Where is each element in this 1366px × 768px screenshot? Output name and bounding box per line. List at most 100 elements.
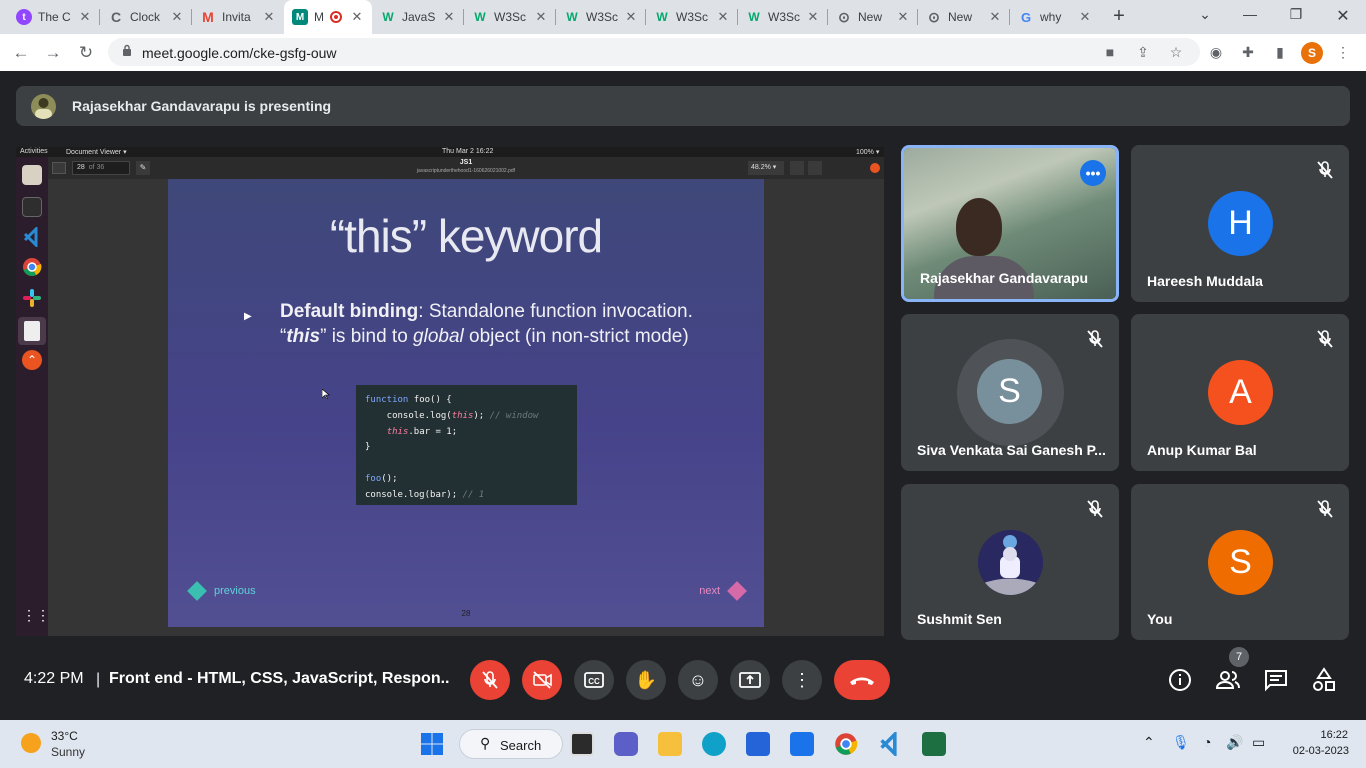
previous-link: previous (187, 581, 256, 601)
recording-icon (330, 11, 342, 23)
close-tab-icon[interactable]: ✕ (988, 9, 1002, 25)
browser-tab[interactable]: W W3Sc ✕ (556, 0, 646, 34)
participant-tile-video[interactable]: ••• Rajasekhar Gandavarapu (901, 145, 1119, 302)
emoji-icon: ☺ (688, 670, 708, 690)
bookmark-star-icon[interactable]: ☆ (1166, 42, 1186, 62)
show-hidden-icons[interactable]: ⌃ (1143, 734, 1155, 751)
mic-off-icon (1317, 330, 1333, 348)
excel-icon[interactable] (922, 732, 946, 756)
browser-tab[interactable]: M Invita ✕ (192, 0, 284, 34)
close-tab-icon[interactable]: ✕ (896, 9, 910, 25)
profile-avatar[interactable]: S (1301, 42, 1323, 64)
microphone-toggle-button[interactable] (470, 660, 510, 700)
side-panel-icon[interactable]: ▮ (1270, 42, 1290, 62)
close-tab-icon[interactable]: ✕ (806, 9, 820, 25)
browser-tab[interactable]: W JavaS ✕ (372, 0, 464, 34)
terminal-icon (22, 197, 42, 217)
close-tab-icon[interactable]: ✕ (170, 9, 184, 25)
browser-tab[interactable]: t The C ✕ (8, 0, 100, 34)
code-token: (); (381, 473, 398, 484)
mail-icon[interactable] (790, 732, 814, 756)
participant-tile[interactable]: H Hareesh Muddala (1131, 145, 1349, 302)
minimize-button[interactable]: — (1240, 6, 1260, 22)
close-tab-icon[interactable]: ✕ (442, 9, 456, 25)
battery-label: 100% ▾ (856, 149, 880, 156)
weather-temperature[interactable]: 33°C (51, 729, 78, 743)
close-tab-icon[interactable]: ✕ (624, 9, 638, 25)
close-window-button[interactable]: ✕ (1333, 6, 1353, 26)
extension-g-icon[interactable]: ◉ (1206, 42, 1226, 62)
extensions-puzzle-icon[interactable]: ✚ (1238, 42, 1258, 62)
taskbar-search-box[interactable]: ⚲ Search (459, 729, 563, 759)
chrome-icon: ⊙ (838, 8, 850, 25)
browser-tab[interactable]: W W3Sc ✕ (646, 0, 738, 34)
chat-button[interactable] (1263, 667, 1289, 693)
raise-hand-button[interactable]: ✋ (626, 660, 666, 700)
close-tab-icon[interactable]: ✕ (78, 9, 92, 25)
address-bar[interactable]: meet.google.com/cke-gsfg-ouw ■ ⇪ ☆ (108, 38, 1200, 66)
windows-start-icon[interactable] (420, 732, 444, 756)
browser-tab[interactable]: ⊙ New ✕ (828, 0, 918, 34)
previous-arrow-icon (187, 581, 207, 601)
wifi-icon[interactable]: ◔ (1203, 734, 1211, 750)
reload-button[interactable]: ↻ (75, 42, 97, 64)
volume-icon[interactable]: 🔊 (1226, 734, 1243, 751)
leave-call-button[interactable] (834, 660, 890, 700)
browser-tab-active[interactable]: M M ✕ (284, 0, 372, 34)
close-tab-icon[interactable]: ✕ (534, 9, 548, 25)
browser-tab[interactable]: C Clock ✕ (100, 0, 192, 34)
body-text-1: : Standalone function invocation. (418, 301, 693, 322)
forward-button[interactable]: → (42, 42, 64, 64)
close-tab-icon[interactable]: ✕ (1078, 9, 1092, 25)
w3schools-icon: W (566, 10, 578, 24)
taskbar-date[interactable]: 02-03-2023 (1291, 745, 1349, 757)
tab-title: Clock (130, 10, 161, 24)
close-tab-icon[interactable]: ✕ (350, 9, 364, 25)
browser-tab[interactable]: W W3Sc ✕ (738, 0, 828, 34)
present-screen-button[interactable] (730, 660, 770, 700)
more-options-icon[interactable]: ••• (1080, 160, 1106, 186)
camera-toggle-button[interactable] (522, 660, 562, 700)
astronaut-avatar (978, 530, 1043, 595)
meeting-details-button[interactable] (1167, 667, 1193, 693)
people-button[interactable] (1215, 667, 1241, 693)
close-tab-icon[interactable]: ✕ (716, 9, 730, 25)
teams-chat-icon[interactable] (614, 732, 638, 756)
new-tab-button[interactable]: + (1108, 5, 1130, 27)
close-tab-icon[interactable]: ✕ (262, 9, 276, 25)
vscode-taskbar-icon[interactable] (878, 730, 902, 758)
microsoft-store-icon[interactable] (746, 732, 770, 756)
captions-button[interactable]: CC (574, 660, 614, 700)
browser-tab[interactable]: ⊙ New ✕ (918, 0, 1010, 34)
battery-icon[interactable]: ▭ (1252, 734, 1265, 751)
browser-tab[interactable]: G why ✕ (1010, 0, 1100, 34)
camera-blocked-icon[interactable]: ■ (1100, 42, 1120, 62)
taskbar-time[interactable]: 16:22 (1312, 729, 1348, 741)
participant-tile[interactable]: S Siva Venkata Sai Ganesh P... (901, 314, 1119, 471)
lock-icon[interactable] (122, 44, 132, 56)
microphone-tray-icon[interactable]: 🎙 (1172, 734, 1190, 751)
share-icon[interactable]: ⇪ (1133, 42, 1153, 62)
tab-search-icon[interactable]: ⌄ (1195, 6, 1215, 23)
back-button[interactable]: ← (10, 42, 32, 64)
restore-button[interactable]: ❐ (1286, 6, 1306, 23)
code-token: } (365, 442, 371, 453)
edge-icon[interactable] (702, 732, 726, 756)
vscode-icon (22, 225, 42, 249)
task-view-icon[interactable] (570, 732, 594, 756)
more-options-button[interactable]: ⋮ (782, 660, 822, 700)
chrome-taskbar-icon[interactable] (834, 732, 858, 756)
weather-sun-icon[interactable] (21, 733, 41, 753)
activities-button[interactable] (1311, 667, 1337, 693)
weather-condition[interactable]: Sunny (51, 745, 85, 759)
participant-tile[interactable]: A Anup Kumar Bal (1131, 314, 1349, 471)
file-explorer-icon[interactable] (658, 732, 682, 756)
participant-tile[interactable]: Sushmit Sen (901, 484, 1119, 640)
browser-tab[interactable]: W W3Sc ✕ (464, 0, 556, 34)
participant-tile-self[interactable]: S You (1131, 484, 1349, 640)
chrome-menu-icon[interactable]: ⋮ (1333, 42, 1353, 62)
meet-icon: M (292, 9, 308, 25)
meeting-title: Front end - HTML, CSS, JavaScript, Respo… (109, 670, 449, 687)
reactions-button[interactable]: ☺ (678, 660, 718, 700)
chrome-icon (22, 257, 42, 277)
